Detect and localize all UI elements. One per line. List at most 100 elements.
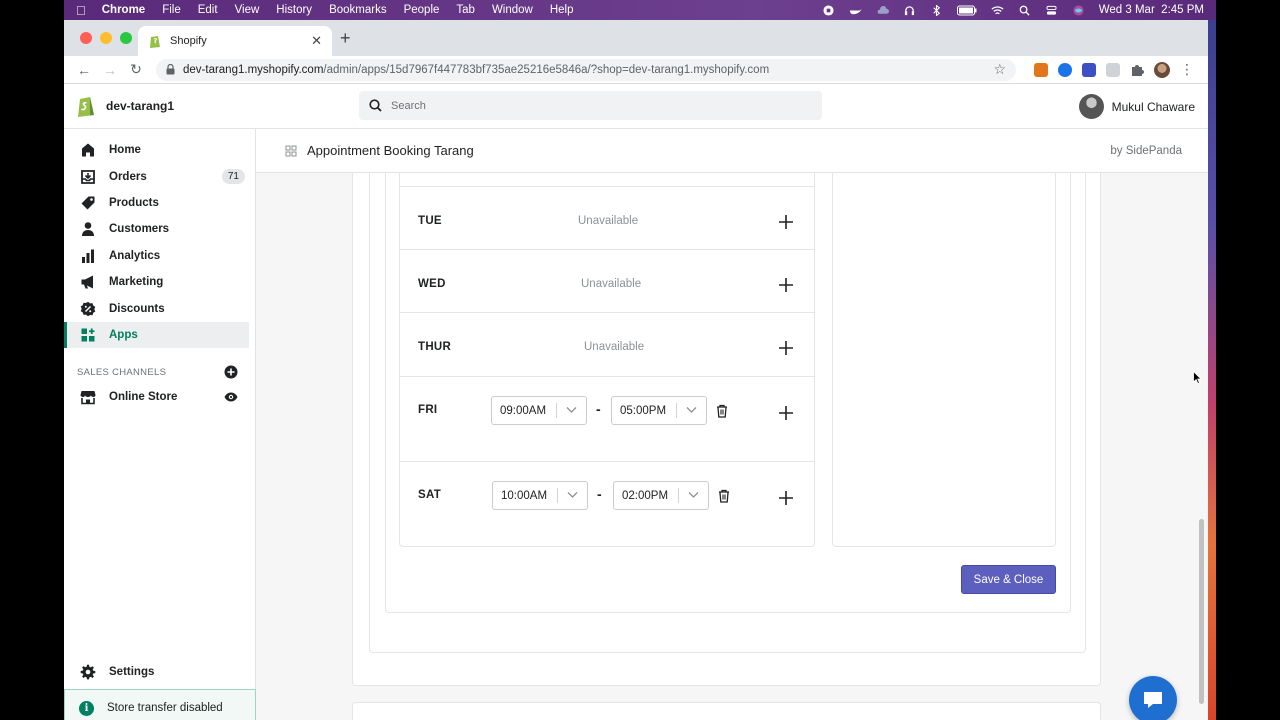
save-close-button[interactable]: Save & Close bbox=[961, 565, 1056, 594]
menu-tab[interactable]: Tab bbox=[456, 4, 475, 16]
forward-button[interactable]: → bbox=[98, 62, 122, 78]
sidebar-item-analytics[interactable]: Analytics bbox=[64, 243, 255, 269]
sidebar-item-products[interactable]: Products bbox=[64, 190, 255, 216]
tag-icon bbox=[81, 196, 95, 210]
sidebar-item-label: Orders bbox=[109, 170, 147, 183]
availability-status: Unavailable bbox=[578, 215, 639, 227]
delete-time-slot-icon[interactable] bbox=[716, 404, 728, 418]
start-time-select[interactable]: 10:00AM bbox=[492, 481, 588, 510]
bar-chart-icon bbox=[82, 249, 94, 263]
menu-history[interactable]: History bbox=[276, 4, 312, 16]
siri-icon[interactable] bbox=[1072, 4, 1085, 16]
add-time-slot-icon[interactable] bbox=[778, 340, 794, 356]
app-developer[interactable]: by SidePanda bbox=[1110, 145, 1182, 157]
store-name[interactable]: dev-tarang1 bbox=[106, 99, 174, 113]
sidebar-item-label: Home bbox=[109, 144, 141, 157]
add-time-slot-icon[interactable] bbox=[778, 277, 794, 293]
sales-channels-heading: SALES CHANNELS bbox=[64, 362, 255, 382]
sidebar-item-orders[interactable]: Orders 71 bbox=[64, 163, 255, 189]
schedule-row-sat: SAT 10:00AM - 02:00PM bbox=[400, 461, 814, 547]
reload-button[interactable]: ↻ bbox=[124, 61, 148, 78]
sidebar-item-home[interactable]: Home bbox=[64, 137, 255, 163]
sidebar-item-apps[interactable]: Apps bbox=[64, 321, 249, 349]
back-button[interactable]: ← bbox=[72, 62, 96, 78]
record-icon[interactable] bbox=[822, 4, 835, 16]
close-window-button[interactable] bbox=[80, 32, 92, 44]
sidebar-item-settings[interactable]: Settings bbox=[64, 659, 255, 685]
zoom-window-button[interactable] bbox=[120, 32, 132, 44]
apple-icon[interactable]:  bbox=[76, 3, 86, 18]
menu-window[interactable]: Window bbox=[492, 4, 533, 16]
chrome-menu-icon[interactable]: ⋮ bbox=[1180, 61, 1194, 78]
close-tab-icon[interactable]: ✕ bbox=[311, 33, 322, 49]
app-settings-card: TUE Unavailable WED Unavailable THUR Una… bbox=[352, 173, 1101, 686]
end-time-value: 02:00PM bbox=[622, 489, 669, 502]
extension-icon-4[interactable] bbox=[1106, 62, 1120, 77]
menu-help[interactable]: Help bbox=[550, 4, 574, 16]
profile-avatar-icon[interactable] bbox=[1154, 61, 1170, 78]
app-title: Appointment Booking Tarang bbox=[307, 143, 474, 158]
menu-chrome[interactable]: Chrome bbox=[102, 4, 145, 16]
wifi-icon[interactable] bbox=[991, 5, 1004, 16]
control-center-icon[interactable] bbox=[1045, 5, 1058, 16]
sidebar-item-online-store[interactable]: Online Store bbox=[64, 384, 255, 410]
headphones-icon[interactable] bbox=[903, 5, 916, 16]
new-tab-button[interactable]: + bbox=[340, 28, 351, 49]
address-bar[interactable]: dev-tarang1.myshopify.com/admin/apps/15d… bbox=[156, 58, 1016, 81]
chevron-down-icon bbox=[688, 492, 699, 498]
search-input[interactable]: Search bbox=[359, 91, 822, 120]
add-sales-channel-icon[interactable] bbox=[224, 365, 238, 379]
chat-support-button[interactable] bbox=[1129, 676, 1177, 720]
sidebar-item-customers[interactable]: Customers bbox=[64, 216, 255, 242]
scrollbar-thumb[interactable] bbox=[1199, 519, 1204, 704]
bookmark-star-icon[interactable]: ☆ bbox=[993, 61, 1006, 78]
extension-icon-3[interactable] bbox=[1082, 62, 1096, 77]
menu-edit[interactable]: Edit bbox=[198, 4, 218, 16]
cloud-icon[interactable] bbox=[876, 5, 889, 16]
menu-bookmarks[interactable]: Bookmarks bbox=[329, 4, 387, 16]
add-time-slot-icon[interactable] bbox=[778, 214, 794, 230]
sales-channels-label: SALES CHANNELS bbox=[77, 366, 167, 378]
add-time-slot-icon[interactable] bbox=[778, 405, 794, 421]
sidebar-item-label: Products bbox=[109, 196, 159, 209]
add-time-slot-icon[interactable] bbox=[778, 490, 794, 506]
menubar-clock[interactable]: Wed 3 Mar 2:45 PM bbox=[1099, 4, 1204, 16]
extension-icon-2[interactable] bbox=[1058, 62, 1072, 77]
chrome-window: Shopify ✕ + ← → ↻ dev-tarang1.myshopify.… bbox=[64, 20, 1208, 720]
battery-icon[interactable] bbox=[956, 5, 977, 16]
lock-icon bbox=[166, 64, 175, 75]
schedule-row-wed: WED Unavailable bbox=[400, 249, 814, 312]
browser-toolbar: ← → ↻ dev-tarang1.myshopify.com/admin/ap… bbox=[64, 56, 1208, 84]
app-header: Appointment Booking Tarang by SidePanda bbox=[256, 129, 1208, 173]
sidebar-item-label: Discounts bbox=[109, 302, 165, 315]
docker-icon[interactable] bbox=[849, 5, 862, 16]
menu-people[interactable]: People bbox=[404, 4, 440, 16]
shopify-logo-icon[interactable] bbox=[76, 95, 96, 117]
user-menu[interactable]: Mukul Chaware bbox=[1078, 94, 1195, 119]
search-icon bbox=[369, 99, 382, 112]
browser-tab-shopify[interactable]: Shopify ✕ bbox=[138, 26, 332, 56]
end-time-select[interactable]: 02:00PM bbox=[613, 481, 709, 510]
sidebar-item-label: Customers bbox=[109, 223, 170, 236]
chat-bubble-icon bbox=[1144, 692, 1162, 708]
sidebar-item-marketing[interactable]: Marketing bbox=[64, 269, 255, 295]
apps-icon bbox=[81, 328, 95, 342]
puzzle-extensions-icon[interactable] bbox=[1130, 63, 1144, 77]
bluetooth-icon[interactable] bbox=[930, 4, 943, 16]
extensions-area: ⋮ bbox=[1034, 61, 1194, 78]
menu-view[interactable]: View bbox=[235, 4, 260, 16]
end-time-select[interactable]: 05:00PM bbox=[611, 396, 707, 425]
sidebar-item-discounts[interactable]: Discounts bbox=[64, 295, 255, 321]
delete-time-slot-icon[interactable] bbox=[718, 489, 730, 503]
shopify-top-bar: dev-tarang1 Search Mukul Chaware bbox=[64, 84, 1208, 129]
metamask-extension-icon[interactable] bbox=[1034, 62, 1048, 77]
menu-file[interactable]: File bbox=[162, 4, 181, 16]
minimize-window-button[interactable] bbox=[100, 32, 112, 44]
eye-icon[interactable] bbox=[224, 392, 238, 402]
day-label: FRI bbox=[418, 404, 438, 416]
store-icon bbox=[80, 391, 96, 405]
start-time-select[interactable]: 09:00AM bbox=[491, 396, 587, 425]
day-label: WED bbox=[418, 278, 446, 290]
day-label: THUR bbox=[418, 341, 452, 353]
spotlight-search-icon[interactable] bbox=[1018, 5, 1031, 16]
